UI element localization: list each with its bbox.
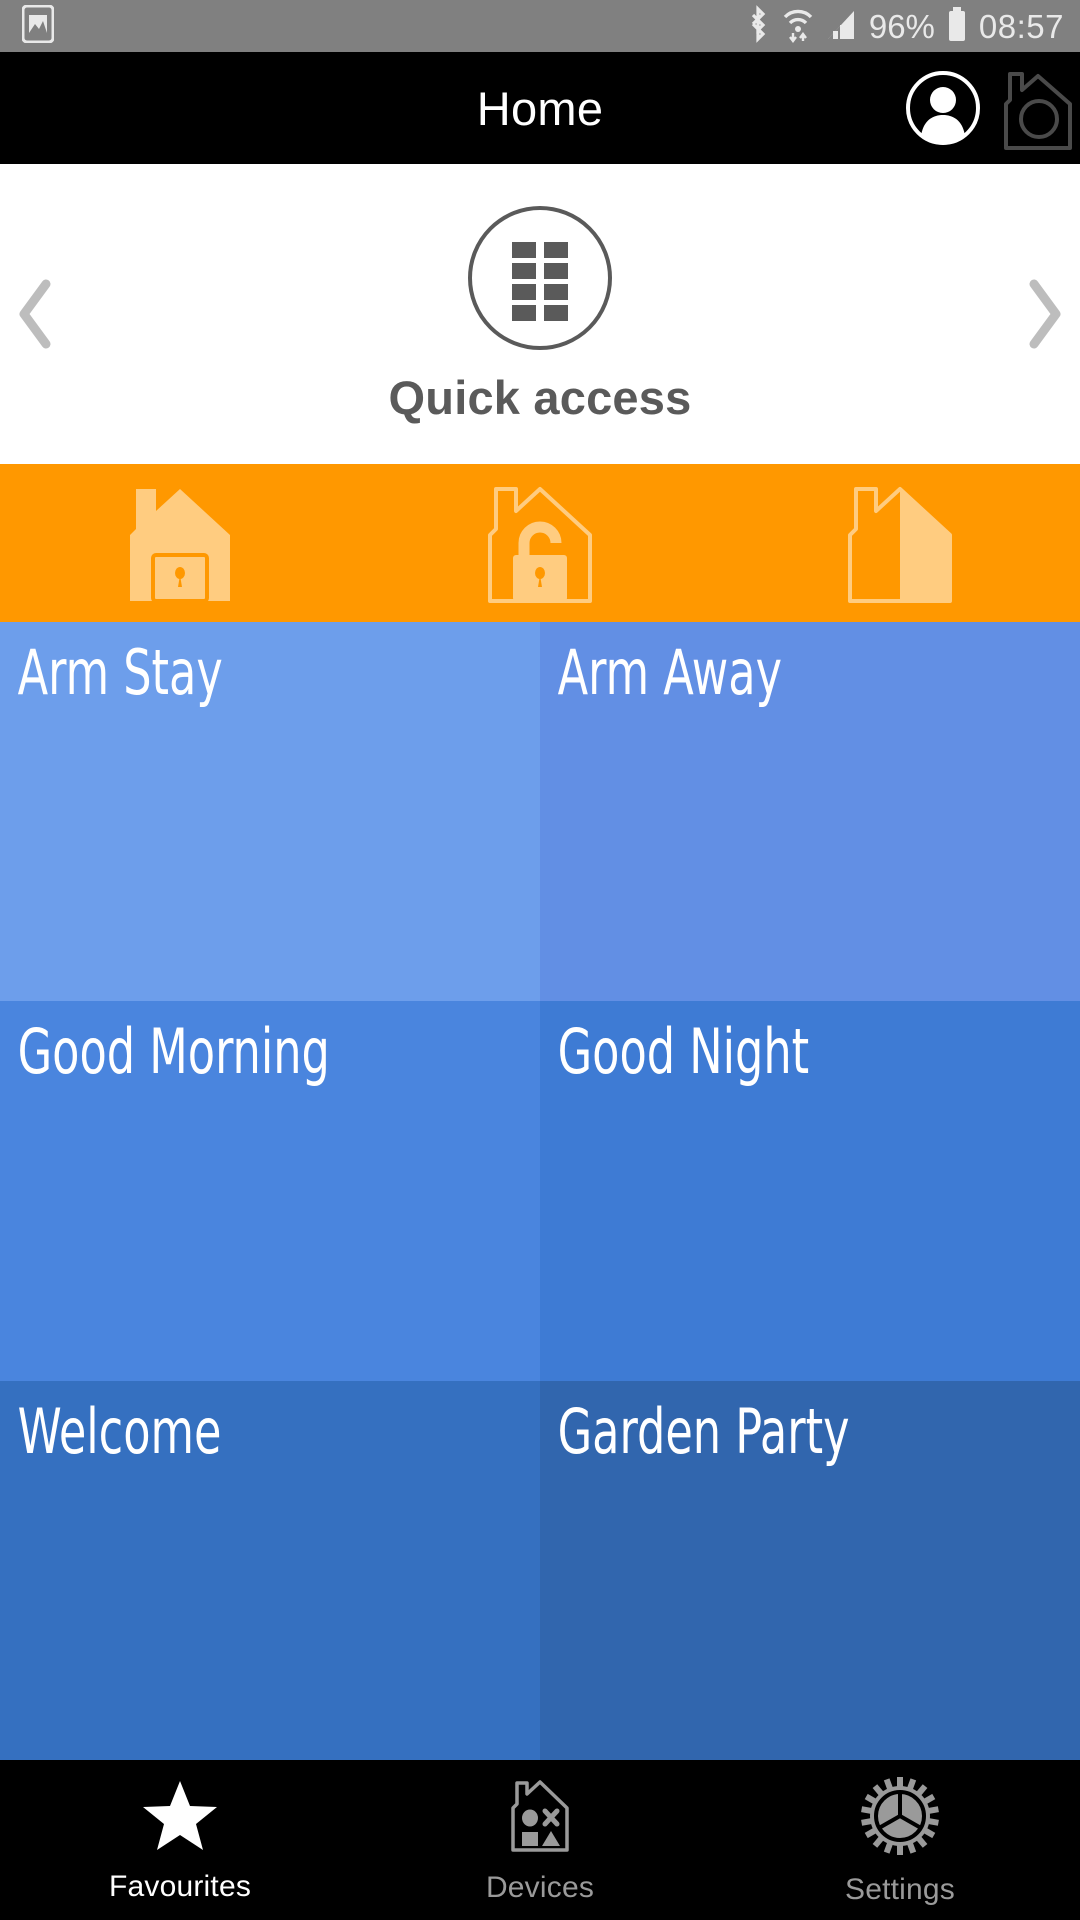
app-screen: 96% 08:57 Home Quick access Arm Stay Arm…	[0, 0, 1080, 1920]
scene-label: Garden Party	[557, 1394, 850, 1468]
house-locked-filled-icon	[112, 481, 248, 605]
quick-access-carousel[interactable]: Quick access	[0, 164, 1080, 464]
scene-row: Good Morning Good Night	[0, 1001, 1080, 1381]
status-bar-clock: 08:57	[978, 7, 1064, 45]
status-bar: 96% 08:57	[0, 0, 1080, 52]
nav-label: Devices	[485, 1870, 595, 1904]
nav-label: Settings	[845, 1872, 955, 1906]
chevron-right-icon[interactable]	[1022, 278, 1066, 350]
bottom-navigation: Favourites Devices Settings	[0, 1760, 1080, 1920]
bluetooth-icon	[746, 4, 770, 48]
nav-item-favourites[interactable]: Favourites	[0, 1779, 360, 1902]
scene-tile-arm-stay[interactable]: Arm Stay	[0, 622, 540, 1002]
status-bar-right: 96% 08:57	[746, 4, 1064, 48]
cellular-signal-icon	[826, 5, 858, 48]
scene-tile-good-night[interactable]: Good Night	[540, 1001, 1080, 1381]
star-icon	[141, 1779, 219, 1858]
battery-percent-label: 96%	[868, 7, 935, 45]
scene-tile-welcome[interactable]: Welcome	[0, 1380, 540, 1760]
status-bar-left	[21, 4, 55, 48]
nav-item-devices[interactable]: Devices	[360, 1778, 720, 1903]
scene-label: Welcome	[17, 1394, 222, 1468]
mode-armed-stay[interactable]	[0, 481, 360, 605]
scene-label: Arm Stay	[17, 636, 223, 709]
chevron-left-icon[interactable]	[14, 278, 58, 350]
quick-access-label: Quick access	[388, 371, 692, 424]
house-split-icon	[832, 481, 968, 605]
mode-disarmed[interactable]	[720, 481, 1080, 605]
scene-label: Arm Away	[557, 636, 782, 709]
scene-label: Good Night	[557, 1015, 810, 1089]
house-camera-icon[interactable]	[992, 62, 1080, 154]
screenshot-icon	[21, 4, 55, 48]
user-avatar-icon[interactable]	[904, 69, 982, 147]
nav-label: Favourites	[108, 1869, 252, 1903]
house-unlocked-outline-icon	[472, 481, 608, 605]
security-mode-band	[0, 464, 1080, 622]
grid-squares-icon[interactable]	[465, 203, 615, 358]
scene-tile-garden-party[interactable]: Garden Party	[540, 1380, 1080, 1760]
mode-armed-away[interactable]	[360, 481, 720, 605]
scene-row: Arm Stay Arm Away	[0, 622, 1080, 1002]
header-actions	[904, 52, 1080, 164]
battery-icon	[946, 5, 968, 48]
nav-item-settings[interactable]: Settings	[720, 1776, 1080, 1905]
scene-tile-good-morning[interactable]: Good Morning	[0, 1001, 540, 1381]
gear-icon	[860, 1776, 940, 1861]
scene-grid: Arm Stay Arm Away Good Morning Good Nigh…	[0, 622, 1080, 1760]
wifi-data-icon	[781, 5, 815, 48]
scene-row: Welcome Garden Party	[0, 1380, 1080, 1760]
house-devices-icon	[501, 1778, 579, 1859]
scene-tile-arm-away[interactable]: Arm Away	[540, 622, 1080, 1002]
app-header: Home	[0, 52, 1080, 164]
scene-label: Good Morning	[17, 1015, 330, 1089]
